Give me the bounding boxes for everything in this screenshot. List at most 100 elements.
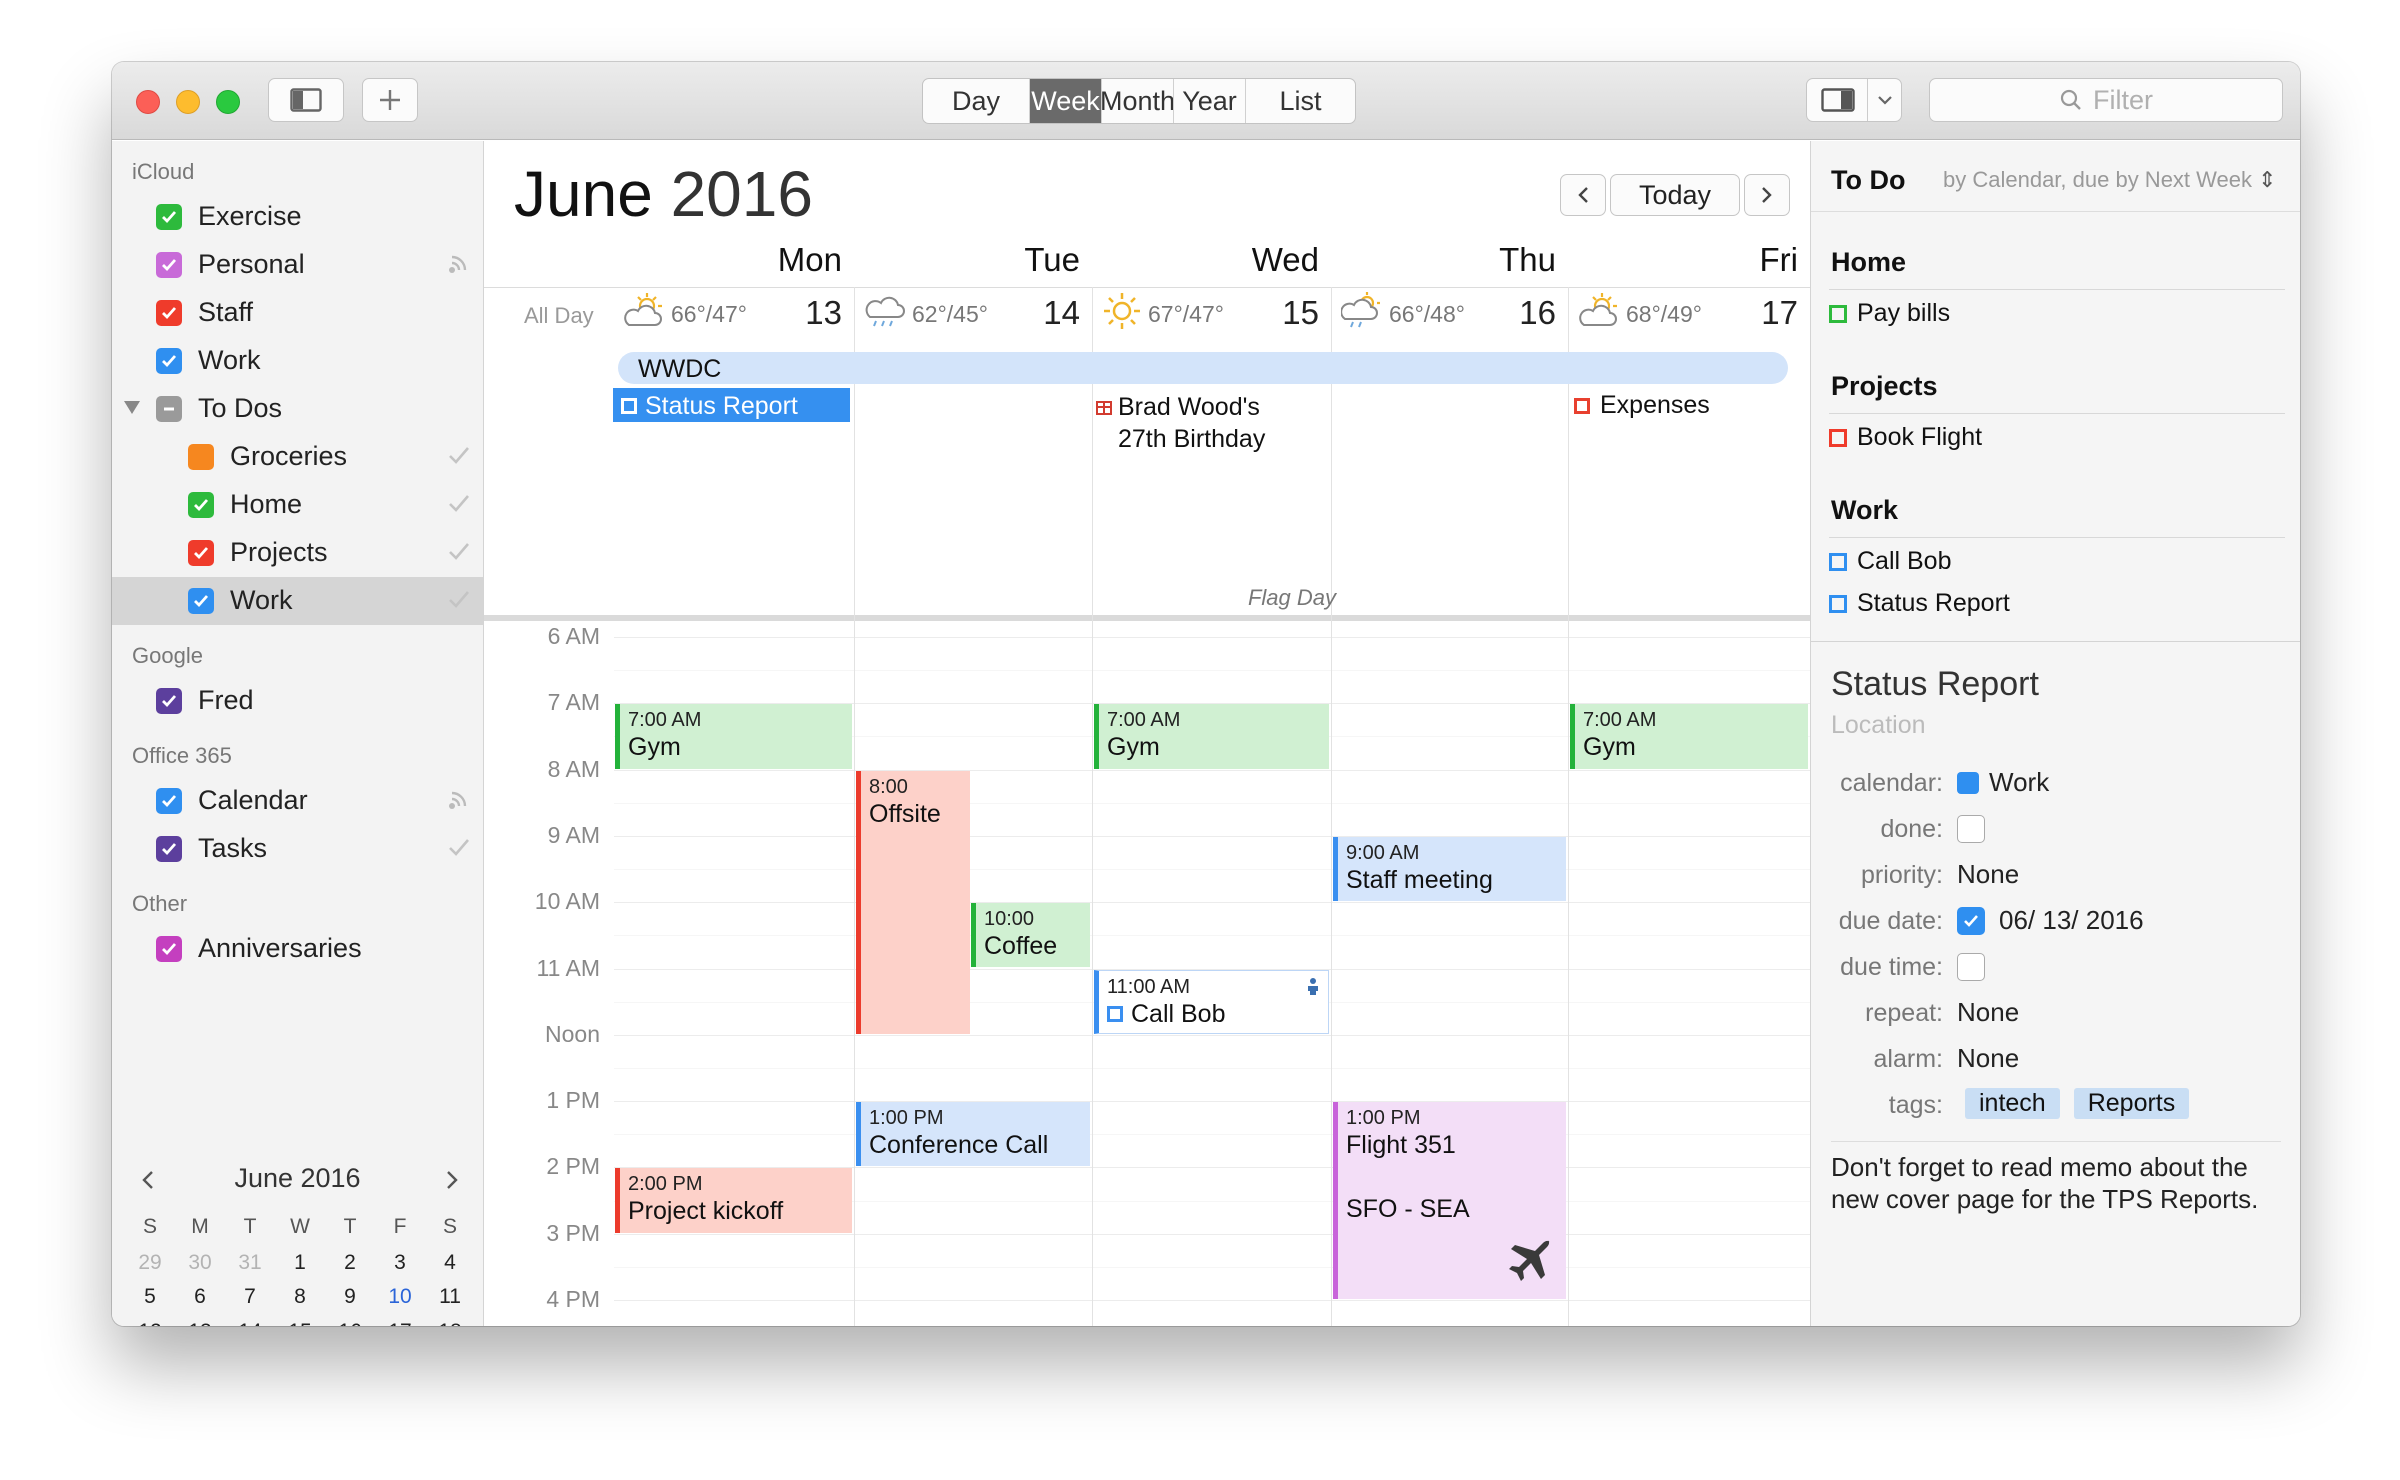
checkbox[interactable] [156,836,182,862]
view-tab-year[interactable]: Year [1173,79,1245,123]
minimize-window-button[interactable] [176,90,200,114]
priority-value[interactable]: None [1957,859,2019,890]
mini-calendar-day[interactable]: 5 [130,1285,170,1309]
view-tab-week[interactable]: Week [1029,79,1101,123]
calendar-item-personal[interactable]: Personal [112,241,483,289]
due-time-checkbox[interactable] [1957,953,1985,981]
calendar-item-tasks[interactable]: Tasks [112,825,483,873]
mini-calendar-day[interactable]: 7 [230,1285,270,1309]
mini-calendar-day[interactable]: 3 [380,1251,420,1275]
mini-calendar-day[interactable]: 15 [280,1320,320,1326]
mini-calendar-day[interactable]: 2 [330,1251,370,1275]
mini-calendar-day[interactable]: 1 [280,1251,320,1275]
calendar-item-exercise[interactable]: Exercise [112,193,483,241]
view-tab-list[interactable]: List [1245,79,1355,123]
event-conference-call[interactable]: 1:00 PM Conference Call [856,1102,1090,1167]
calendar-item-to-dos[interactable]: To Dos [112,385,483,433]
detail-title[interactable]: Status Report [1831,665,2039,704]
mini-calendar-day[interactable]: 6 [180,1285,220,1309]
mini-calendar-day[interactable]: 13 [180,1320,220,1326]
mini-calendar-day[interactable]: 10 [380,1285,420,1309]
tag-chip[interactable]: intech [1965,1088,2060,1119]
todo-checkbox[interactable] [1829,552,1847,571]
mini-calendar-day[interactable]: 30 [180,1251,220,1275]
todo-item-book-flight[interactable]: Book Flight [1829,423,1982,452]
mini-calendar-day[interactable]: 18 [430,1320,470,1326]
checkbox[interactable] [188,444,214,470]
view-tab-month[interactable]: Month [1100,79,1175,123]
location-field[interactable]: Location [1831,711,1926,740]
alarm-value[interactable]: None [1957,1043,2019,1074]
calendar-item-projects[interactable]: Projects [112,529,483,577]
event-status-report[interactable]: Status Report [613,388,850,422]
event-call-bob[interactable]: 11:00 AM Call Bob [1094,969,1329,1034]
notes-text[interactable]: Don't forget to read memo about the new … [1831,1151,2291,1215]
event-wwdc[interactable]: WWDC [618,352,1788,384]
mini-calendar-day[interactable]: 31 [230,1251,270,1275]
event-birthday[interactable]: Brad Wood's 27th Birthday [1096,391,1265,455]
tag-chip[interactable]: Reports [2073,1088,2190,1119]
toggle-sidebar-button[interactable] [268,78,344,122]
todo-item-pay-bills[interactable]: Pay bills [1829,299,1950,328]
mini-calendar-day[interactable]: 11 [430,1285,470,1309]
done-checkbox[interactable] [1957,815,1985,843]
checkbox[interactable] [156,396,182,422]
mini-calendar-day[interactable]: 29 [130,1251,170,1275]
mini-calendar-day[interactable]: 14 [230,1320,270,1326]
event-gym[interactable]: 7:00 AM Gym [1094,704,1329,769]
event-project-kickoff[interactable]: 2:00 PM Project kickoff [615,1168,852,1233]
mini-calendar-day[interactable]: 4 [430,1251,470,1275]
due-date-checkbox[interactable] [1957,907,1985,935]
checkbox[interactable] [188,588,214,614]
checkbox[interactable] [188,492,214,518]
previous-week-button[interactable] [1560,174,1606,216]
calendar-field-value[interactable]: Work [1957,767,2049,798]
checkbox[interactable] [156,688,182,714]
disclosure-triangle-icon[interactable] [124,401,140,414]
calendar-item-work[interactable]: Work [112,337,483,385]
view-tab-day[interactable]: Day [923,79,1029,123]
checkbox[interactable] [188,540,214,566]
mini-calendar-day[interactable]: 8 [280,1285,320,1309]
todo-item-status-report[interactable]: Status Report [1829,589,2010,618]
tags-list[interactable]: intech Reports [1965,1087,2203,1119]
checkbox[interactable] [156,300,182,326]
event-coffee[interactable]: 10:00 Coffee [971,903,1090,968]
mini-calendar-day[interactable]: 12 [130,1320,170,1326]
checkbox[interactable] [156,788,182,814]
day-number[interactable]: 16 [1488,294,1556,332]
checkbox[interactable] [156,252,182,278]
day-number[interactable]: 14 [1012,294,1080,332]
checkbox[interactable] [156,936,182,962]
mini-calendar-day[interactable]: 16 [330,1320,370,1326]
calendar-item-groceries[interactable]: Groceries [112,433,483,481]
chevron-down-icon[interactable] [1877,94,1893,106]
add-event-button[interactable] [362,78,418,122]
todo-checkbox[interactable] [1829,594,1847,613]
event-offsite[interactable]: 8:00 Offsite [856,770,970,1034]
checkbox[interactable] [156,204,182,230]
event-gym[interactable]: 7:00 AM Gym [615,704,852,769]
calendar-item-calendar[interactable]: Calendar [112,777,483,825]
toggle-details-button[interactable] [1806,78,1902,122]
day-number[interactable]: 13 [774,294,842,332]
todo-checkbox[interactable] [1829,304,1847,323]
event-staff-meeting[interactable]: 9:00 AM Staff meeting [1333,836,1566,902]
filter-field[interactable]: Filter [1929,78,2283,122]
checkbox[interactable] [156,348,182,374]
todo-item-call-bob[interactable]: Call Bob [1829,547,1952,576]
due-date-value[interactable]: 06/ 13/ 2016 [1999,905,2144,936]
zoom-window-button[interactable] [216,90,240,114]
today-button[interactable]: Today [1610,174,1740,216]
mini-calendar-day[interactable]: 9 [330,1285,370,1309]
repeat-value[interactable]: None [1957,997,2019,1028]
next-week-button[interactable] [1744,174,1790,216]
day-number[interactable]: 15 [1251,294,1319,332]
chevron-right-icon[interactable] [444,1169,460,1191]
calendar-item-anniversaries[interactable]: Anniversaries [112,925,483,973]
close-window-button[interactable] [136,90,160,114]
calendar-item-fred[interactable]: Fred [112,677,483,725]
todo-checkbox[interactable] [1829,428,1847,447]
event-gym[interactable]: 7:00 AM Gym [1570,704,1808,769]
mini-calendar-day[interactable]: 17 [380,1320,420,1326]
